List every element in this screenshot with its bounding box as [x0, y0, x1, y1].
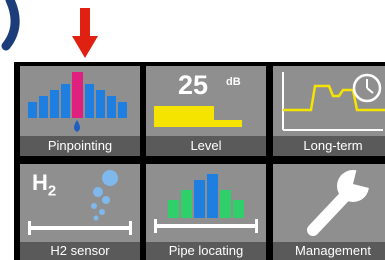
pipe-locating-bars-icon — [154, 174, 258, 233]
management-tile[interactable]: Management — [273, 164, 385, 260]
pipe-locating-tile[interactable]: Pipe locating — [146, 164, 266, 260]
long-term-tile[interactable]: Long-term — [273, 66, 385, 156]
wrench-icon — [307, 168, 373, 236]
gas-bubbles-icon — [28, 170, 132, 235]
pointer-arrow-icon — [72, 8, 98, 58]
h2-sensor-label: H2 sensor — [20, 242, 140, 260]
pinpointing-tile[interactable]: Pinpointing — [20, 66, 140, 156]
level-tile[interactable]: 25 dB Level — [146, 66, 266, 156]
level-label: Level — [146, 136, 266, 156]
brand-logo-arc — [1, 0, 20, 51]
pinpointing-label: Pinpointing — [20, 136, 140, 156]
pinpointing-bars-icon — [28, 72, 127, 132]
long-term-label: Long-term — [273, 136, 385, 156]
management-label: Management — [273, 242, 385, 260]
h2-sensor-tile[interactable]: H2 H2 sensor — [20, 164, 140, 260]
clock-graph-icon — [282, 72, 385, 131]
level-meter-icon — [154, 106, 242, 127]
pipe-locating-label: Pipe locating — [146, 242, 266, 260]
